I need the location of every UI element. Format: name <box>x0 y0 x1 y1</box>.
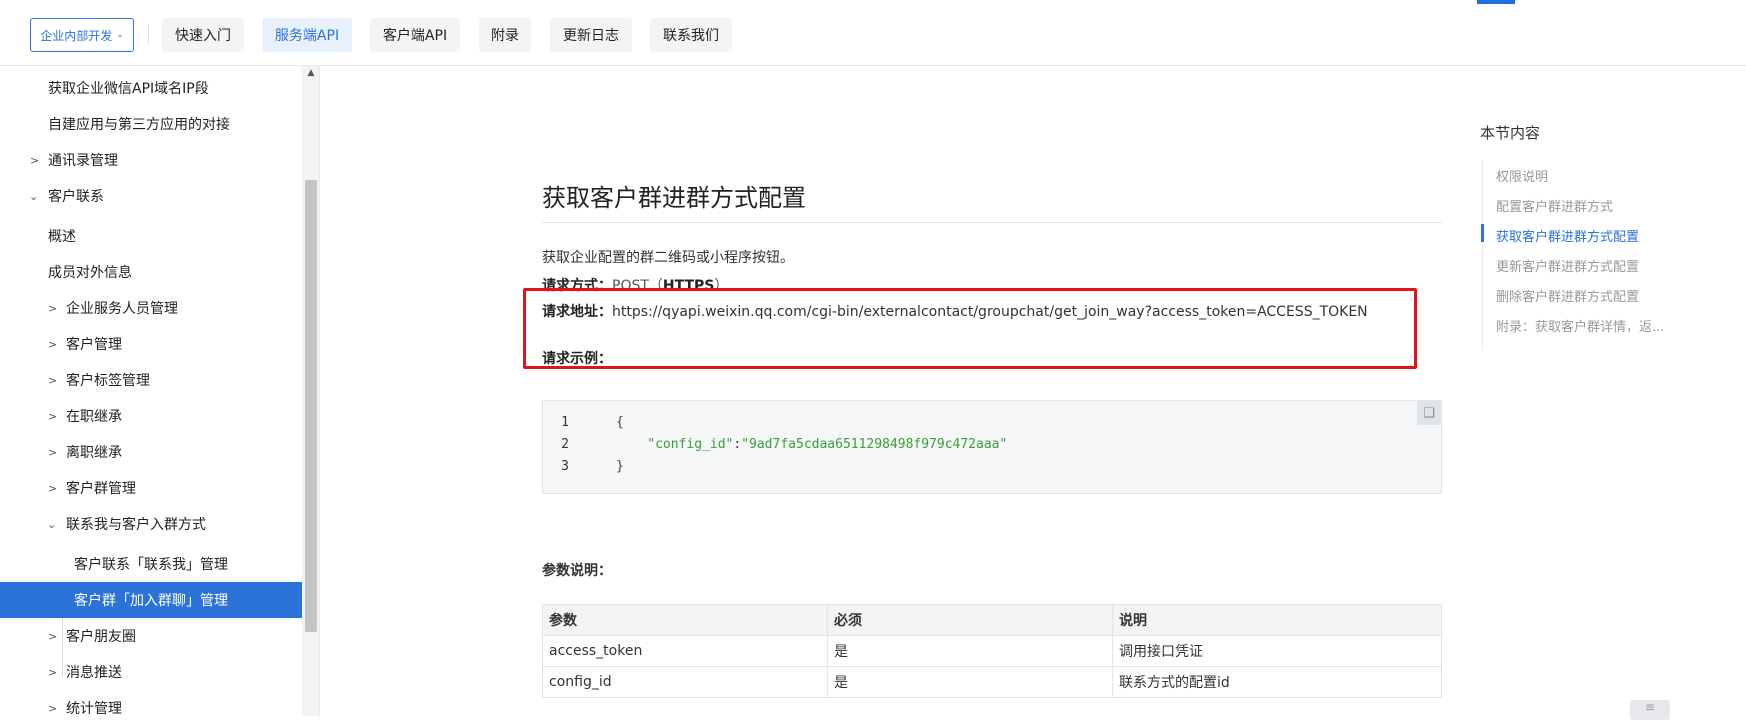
api-description: 获取企业配置的群二维码或小程序按钮。 <box>542 250 794 266</box>
code-block: 1 { 2 "config_id":"9ad7fa5cdaa6511298498… <box>542 400 1442 494</box>
table-cell: 是 <box>827 666 1113 698</box>
sidebar-item-moments[interactable]: > 客户朋友圈 <box>0 618 302 654</box>
sidebar-item-label: 在职继承 <box>66 409 122 425</box>
chevron-right-icon: > <box>48 665 58 679</box>
dev-type-dropdown[interactable]: 企业内部开发 ⌄ <box>30 18 134 52</box>
sidebar-item-label: 自建应用与第三方应用的对接 <box>48 117 230 133</box>
tab-contact[interactable]: 联系我们 <box>650 18 732 52</box>
toc-item-config-join[interactable]: 配置客户群进群方式 <box>1496 196 1613 215</box>
sidebar-scroll-thumb[interactable] <box>305 180 317 632</box>
table-row: access_token 是 调用接口凭证 <box>542 635 1442 667</box>
sidebar-item-label: 获取企业微信API域名IP段 <box>48 81 209 97</box>
table-cell: access_token <box>542 635 828 667</box>
sidebar-item-label: 概述 <box>48 229 76 245</box>
sidebar-item-api-ip[interactable]: 获取企业微信API域名IP段 <box>0 70 302 106</box>
table-cell: config_id <box>542 666 828 698</box>
top-accent-bar <box>1477 0 1515 4</box>
dev-type-label: 企业内部开发 <box>40 28 113 43</box>
sidebar-item-member-info[interactable]: 成员对外信息 <box>0 254 302 290</box>
table-header-row: 参数 必须 说明 <box>542 604 1442 636</box>
chevron-right-icon: > <box>48 445 58 459</box>
table-header-cell: 参数 <box>542 604 828 636</box>
chevron-right-icon: > <box>30 153 40 167</box>
toc-active-marker <box>1481 224 1484 242</box>
chevron-right-icon: > <box>48 629 58 643</box>
sidebar-item-contacts[interactable]: > 通讯录管理 <box>0 142 302 178</box>
sidebar-item-label: 企业服务人员管理 <box>66 301 178 317</box>
code-line-3: 3 } <box>561 459 624 474</box>
sidebar-item-resigned-transfer[interactable]: > 离职继承 <box>0 434 302 470</box>
sidebar-item-label: 统计管理 <box>66 701 122 716</box>
toc-guide-line <box>1482 160 1483 350</box>
sidebar-item-label: 联系我与客户入群方式 <box>66 517 206 533</box>
page-title: 获取客户群进群方式配置 <box>542 184 806 212</box>
sidebar-item-label: 离职继承 <box>66 445 122 461</box>
scroll-up-arrow-icon[interactable]: ▲ <box>305 66 317 80</box>
toc-item-update-join-config[interactable]: 更新客户群进群方式配置 <box>1496 256 1639 275</box>
sidebar-item-contact-me-join[interactable]: ⌄ 联系我与客户入群方式 <box>0 506 302 542</box>
table-cell: 联系方式的配置id <box>1112 666 1442 698</box>
chevron-right-icon: > <box>48 301 58 315</box>
tab-server-api[interactable]: 服务端API <box>262 18 352 52</box>
sidebar-item-group-mgmt[interactable]: > 客户群管理 <box>0 470 302 506</box>
tab-appendix[interactable]: 附录 <box>479 18 531 52</box>
sidebar-item-customer-mgmt[interactable]: > 客户管理 <box>0 326 302 362</box>
sidebar-item-customer-contact[interactable]: ⌄ 客户联系 <box>0 178 302 214</box>
sidebar-item-app-integration[interactable]: 自建应用与第三方应用的对接 <box>0 106 302 142</box>
table-cell: 是 <box>827 635 1113 667</box>
sidebar-item-label: 客户朋友圈 <box>66 629 136 645</box>
code-line-2: 2 "config_id":"9ad7fa5cdaa6511298498f979… <box>561 437 1008 452</box>
chevron-down-icon: ⌄ <box>47 517 57 531</box>
sidebar-item-service-staff[interactable]: > 企业服务人员管理 <box>0 290 302 326</box>
sidebar-item-label: 客户群管理 <box>66 481 136 497</box>
toc-item-permissions[interactable]: 权限说明 <box>1496 166 1548 185</box>
sidebar-item-contact-me-mgmt[interactable]: 客户联系「联系我」管理 <box>0 546 302 582</box>
sidebar-item-label: 成员对外信息 <box>48 265 132 281</box>
sidebar-item-label: 消息推送 <box>66 665 122 681</box>
chevron-right-icon: > <box>48 481 58 495</box>
toc-item-delete-join-config[interactable]: 删除客户群进群方式配置 <box>1496 286 1639 305</box>
chevron-right-icon: > <box>48 373 58 387</box>
sidebar-item-label: 客户管理 <box>66 337 122 353</box>
sidebar-item-label: 通讯录管理 <box>48 153 118 169</box>
red-highlight-box <box>523 288 1417 369</box>
sidebar-item-label: 客户联系「联系我」管理 <box>74 557 228 573</box>
sidebar-item-statistics[interactable]: > 统计管理 <box>0 690 302 716</box>
table-header-cell: 必须 <box>827 604 1113 636</box>
code-line-1: 1 { <box>561 415 624 430</box>
table-cell: 调用接口凭证 <box>1112 635 1442 667</box>
tab-quickstart[interactable]: 快速入门 <box>162 18 244 52</box>
back-to-top-button[interactable]: ≡ <box>1630 700 1670 720</box>
top-navigation: 企业内部开发 ⌄ 快速入门 服务端API 客户端API 附录 更新日志 联系我们 <box>0 0 1746 66</box>
chevron-down-icon: ⌄ <box>116 30 124 40</box>
sidebar-item-overview[interactable]: 概述 <box>0 218 302 254</box>
table-header-cell: 说明 <box>1112 604 1442 636</box>
chevron-right-icon: > <box>48 337 58 351</box>
chevron-down-icon: ⌄ <box>29 189 39 203</box>
toc-item-get-join-config[interactable]: 获取客户群进群方式配置 <box>1496 226 1639 245</box>
sidebar-item-join-group-mgmt[interactable]: 客户群「加入群聊」管理 <box>0 582 302 618</box>
sidebar-item-label: 客户联系 <box>48 189 104 205</box>
sidebar-item-onjob-transfer[interactable]: > 在职继承 <box>0 398 302 434</box>
tab-client-api[interactable]: 客户端API <box>370 18 460 52</box>
params-table: 参数 必须 说明 access_token 是 调用接口凭证 config_id… <box>542 604 1442 698</box>
sidebar-item-label: 客户群「加入群聊」管理 <box>74 593 228 609</box>
chevron-right-icon: > <box>48 409 58 423</box>
copy-icon[interactable]: ❏ <box>1417 401 1441 425</box>
sidebar-item-message-push[interactable]: > 消息推送 <box>0 654 302 690</box>
menu-icon: ≡ <box>1644 700 1656 714</box>
params-title: 参数说明： <box>542 563 612 579</box>
toc-title: 本节内容 <box>1480 124 1541 142</box>
table-of-contents: 本节内容 权限说明 配置客户群进群方式 获取客户群进群方式配置 更新客户群进群方… <box>1480 66 1746 716</box>
main-content: 获取客户群进群方式配置 获取企业配置的群二维码或小程序按钮。 请求方式：POST… <box>320 66 1442 716</box>
table-row: config_id 是 联系方式的配置id <box>542 666 1442 698</box>
sidebar-item-tag-mgmt[interactable]: > 客户标签管理 <box>0 362 302 398</box>
chevron-right-icon: > <box>48 701 58 715</box>
nav-divider <box>148 25 149 45</box>
sidebar-item-label: 客户标签管理 <box>66 373 150 389</box>
sidebar: 获取企业微信API域名IP段 自建应用与第三方应用的对接 > 通讯录管理 ⌄ 客… <box>0 66 320 716</box>
tab-changelog[interactable]: 更新日志 <box>550 18 632 52</box>
title-divider <box>542 222 1442 223</box>
toc-item-appendix[interactable]: 附录：获取客户群详情，返... <box>1496 316 1664 335</box>
